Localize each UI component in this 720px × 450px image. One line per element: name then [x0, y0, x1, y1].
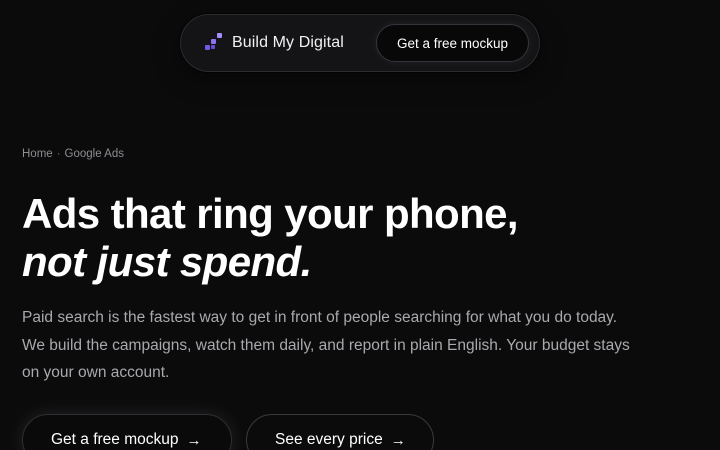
breadcrumb-home-link[interactable]: Home [22, 148, 53, 160]
hero-description: Paid search is the fastest way to get in… [22, 309, 630, 381]
arrow-right-icon: → [186, 431, 202, 449]
see-every-price-label: See every price [275, 431, 383, 448]
brand-name: Build My Digital [232, 34, 344, 51]
see-every-price-button[interactable]: See every price → [246, 414, 434, 450]
title-line-1: Ads that ring your phone, [22, 190, 519, 237]
hero-cta-row: Get a free mockup → See every price → [22, 414, 434, 450]
nav-free-mockup-button[interactable]: Get a free mockup [375, 24, 529, 62]
page: Build My Digital Get a free mockup Home … [0, 0, 720, 450]
get-free-mockup-label: Get a free mockup [51, 431, 179, 448]
top-nav: Build My Digital Get a free mockup [180, 14, 540, 72]
title-line-2: not just spend. [22, 238, 312, 285]
brand-link[interactable]: Build My Digital [203, 33, 344, 53]
breadcrumb-separator: · [56, 148, 61, 160]
breadcrumb: Home · Google Ads [22, 148, 124, 160]
arrow-right-icon: → [390, 431, 406, 449]
breadcrumb-current: Google Ads [64, 148, 124, 160]
brand-logo-icon [203, 33, 223, 53]
get-free-mockup-button[interactable]: Get a free mockup → [22, 414, 232, 450]
page-title: Ads that ring your phone, not just spend… [22, 190, 519, 286]
